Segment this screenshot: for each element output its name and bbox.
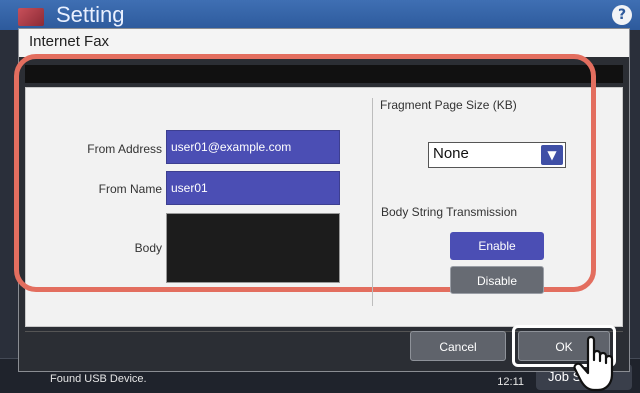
disable-button[interactable]: Disable [450,266,544,294]
from-name-field[interactable]: user01 [166,171,340,205]
settings-app-icon [18,8,44,26]
app-title: Setting [56,2,125,27]
chevron-down-icon[interactable]: ▼ [541,145,563,165]
enable-button[interactable]: Enable [450,232,544,260]
dialog-header: Internet Fax [19,29,629,57]
help-icon[interactable]: ? [612,5,632,25]
status-message: Found USB Device. [50,373,147,385]
dialog-info-strip [25,65,623,83]
body-string-transmission-label: Body String Transmission [381,205,518,219]
cancel-button[interactable]: Cancel [410,331,506,361]
pointer-hand-icon [573,335,614,392]
column-divider [372,98,373,306]
fragment-page-size-label: Fragment Page Size (KB) [380,98,517,112]
body-label: Body [134,241,162,255]
fragment-page-size-value: None [433,145,469,162]
dialog-title: Internet Fax [29,33,110,50]
body-field[interactable] [166,213,340,283]
clock-time: 12:11 [497,376,524,388]
fragment-page-size-select[interactable]: None ▼ [428,142,566,168]
from-address-label: From Address [87,142,162,156]
from-address-field[interactable]: user01@example.com [166,130,340,164]
top-bar: Setting ? [0,0,640,30]
from-name-label: From Name [98,182,162,196]
